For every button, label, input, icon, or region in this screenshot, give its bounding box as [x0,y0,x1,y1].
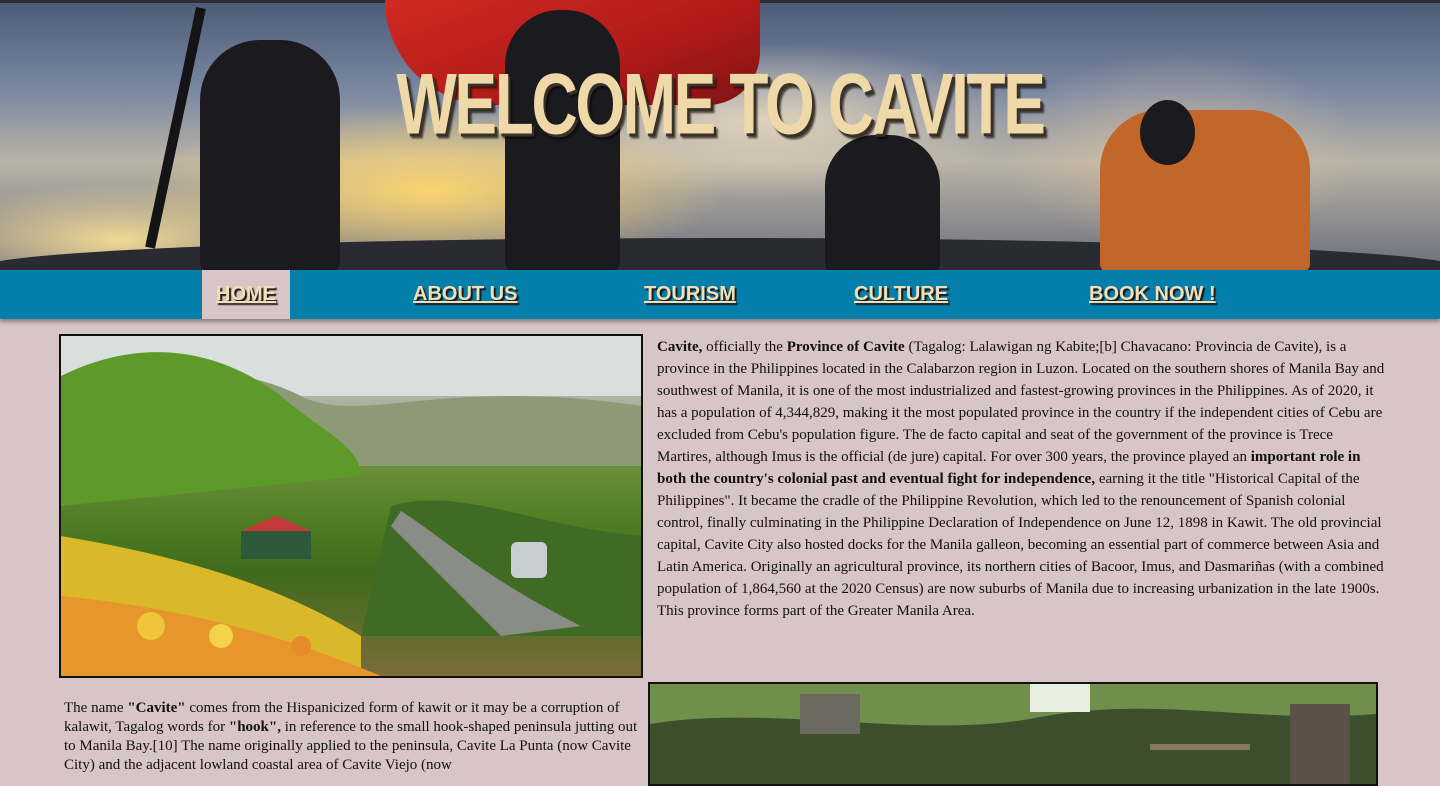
nav-culture-link[interactable]: CULTURE [854,270,948,319]
nav-about-us-link[interactable]: ABOUT US [413,270,517,319]
forest-river-image [648,682,1378,786]
nav-tourism-link[interactable]: TOURISM [644,270,736,319]
cavite-landscape-image [59,334,643,678]
name-origin-paragraph: The name "Cavite" comes from the Hispani… [64,699,642,775]
intro-province-bold: Province of Cavite [786,339,905,355]
main-nav: HOME ABOUT US TOURISM CULTURE BOOK NOW ! [0,270,1440,319]
cavite-intro-paragraph: Cavite, officially the Province of Cavit… [657,336,1387,622]
nav-home-link[interactable]: HOME [202,270,290,319]
forest-illustration [650,684,1376,784]
person-silhouette-3 [825,135,940,270]
nav-book-now-link[interactable]: BOOK NOW ! [1089,270,1216,319]
intro-text-3: earning it the title "Historical Capital… [657,471,1384,619]
intro-text-2: (Tagalog: Lalawigan ng Kabite;[b] Chavac… [657,339,1385,465]
origin-hook-bold: "hook", [228,719,281,735]
intro-text-1: officially the [702,339,787,355]
banner-title: WELCOME TO CAVITE [396,56,1046,153]
header-banner: WELCOME TO CAVITE [0,0,1440,270]
origin-cavite-bold: "Cavite" [127,700,186,716]
origin-text-1: The name [64,700,128,716]
landscape-illustration [61,336,641,676]
intro-cavite-bold: Cavite, [657,339,703,355]
